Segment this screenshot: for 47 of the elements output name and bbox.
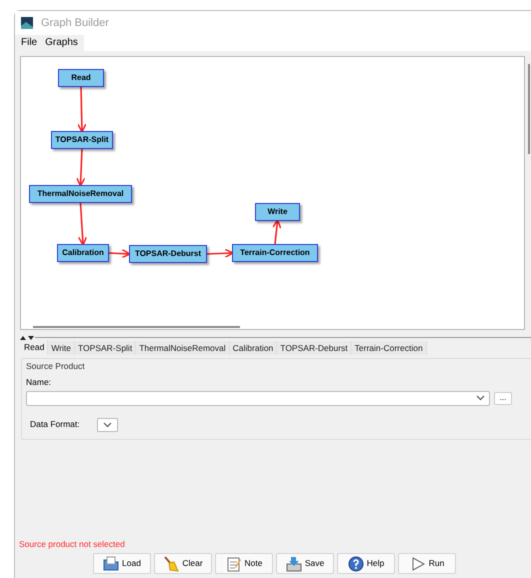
save-button[interactable]: Save — [276, 553, 334, 574]
broom-icon — [163, 556, 180, 572]
connector-arrow — [108, 248, 131, 258]
help-button[interactable]: Help — [337, 553, 395, 574]
run-button[interactable]: Run — [398, 553, 456, 574]
folder-icon — [103, 556, 120, 572]
window-title: Graph Builder — [41, 16, 109, 31]
field-label: Name: — [26, 376, 52, 388]
name-dropdown[interactable] — [26, 390, 490, 406]
connector-arrow — [272, 219, 282, 244]
load-button[interactable]: Load — [93, 553, 151, 574]
app-icon — [21, 17, 33, 29]
chevron-icon — [476, 395, 485, 401]
horizontal-scrollbar[interactable] — [33, 326, 240, 328]
connector-arrow — [206, 248, 234, 258]
graph-node[interactable]: Terrain-Correction — [232, 244, 318, 262]
graph-node[interactable]: TOPSAR-Split — [51, 131, 113, 149]
group-title: Source Product — [26, 360, 86, 373]
split-arrows-icon[interactable] — [20, 335, 34, 340]
menu-item[interactable]: Graphs — [41, 35, 82, 51]
notepad-icon — [226, 556, 242, 572]
tab[interactable]: TOPSAR-Split — [75, 341, 136, 355]
format-dropdown[interactable] — [96, 418, 118, 432]
tab[interactable]: TOPSAR-Deburst — [277, 341, 352, 355]
chevron-icon — [102, 422, 112, 428]
tab[interactable]: Calibration — [230, 341, 278, 355]
connector-arrow — [78, 202, 88, 246]
field-label: Data Format: — [30, 418, 80, 431]
vertical-scrollbar[interactable] — [528, 64, 530, 154]
help-icon — [348, 556, 364, 572]
graph-node[interactable]: Calibration — [57, 244, 109, 262]
play-icon — [410, 556, 426, 572]
disk-icon — [286, 556, 302, 572]
clear-button[interactable]: Clear — [154, 553, 212, 574]
graph-node[interactable]: ThermalNoiseRemoval — [29, 185, 132, 203]
menu-item[interactable]: File — [17, 35, 42, 51]
tab[interactable]: ThermalNoiseRemoval — [136, 341, 230, 355]
tab[interactable]: Terrain-Correction — [352, 341, 427, 355]
graph-node[interactable]: Write — [255, 203, 300, 221]
note-button[interactable]: Note — [215, 553, 273, 574]
connector-arrow — [76, 148, 86, 187]
connector-arrow — [77, 86, 87, 133]
graph-node[interactable]: TOPSAR-Deburst — [129, 245, 207, 263]
status-message: Source product not selected — [18, 538, 126, 550]
browse-button[interactable]: ... — [494, 392, 512, 404]
graph-node[interactable]: Read — [58, 69, 104, 87]
tab[interactable]: Write — [48, 341, 76, 355]
